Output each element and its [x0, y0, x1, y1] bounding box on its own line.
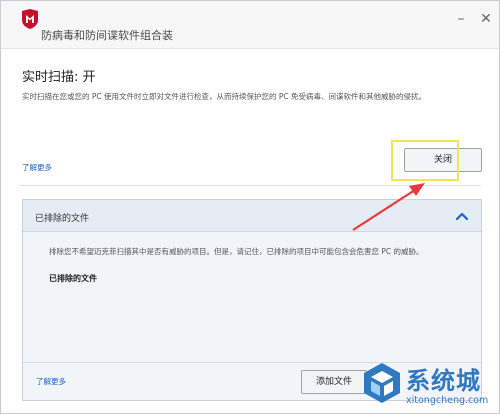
minimize-button[interactable]: – — [452, 11, 470, 27]
mcafee-window: 防病毒和防间谍软件组合装 – ✕ 实时扫描: 开 实时扫描在您或您的 PC 使用… — [0, 0, 500, 414]
divider — [19, 185, 481, 186]
panel-header[interactable]: 已排除的文件 — [23, 200, 481, 232]
watermark: 系统城 xitongcheng.com — [356, 357, 500, 414]
app-title: 防病毒和防间谍软件组合装 — [41, 29, 173, 42]
realtime-scan-title: 实时扫描: 开 — [22, 70, 96, 85]
watermark-text: 系统城 — [406, 367, 481, 395]
realtime-scan-description: 实时扫描在您或您的 PC 使用文件时立即对文件进行检查，从而持续保护您的 PC … — [22, 92, 427, 101]
chevron-up-icon[interactable] — [454, 208, 470, 224]
watermark-url: xitongcheng.com — [406, 395, 489, 406]
mcafee-logo-icon — [22, 9, 38, 29]
panel-learn-more-link[interactable]: 了解更多 — [36, 376, 66, 387]
panel-title: 已排除的文件 — [35, 214, 90, 224]
close-window-button[interactable]: ✕ — [477, 11, 495, 27]
highlight-box — [391, 140, 459, 181]
panel-description: 排除您不希望迈克菲扫描其中是否有威胁的项目。但是，请记住，已排除的项目中可能包含… — [49, 247, 424, 256]
title-bar: 防病毒和防间谍软件组合装 – ✕ — [1, 1, 499, 49]
learn-more-link[interactable]: 了解更多 — [22, 162, 52, 173]
excluded-files-subheading: 已排除的文件 — [49, 274, 97, 283]
watermark-logo-icon — [364, 363, 400, 403]
